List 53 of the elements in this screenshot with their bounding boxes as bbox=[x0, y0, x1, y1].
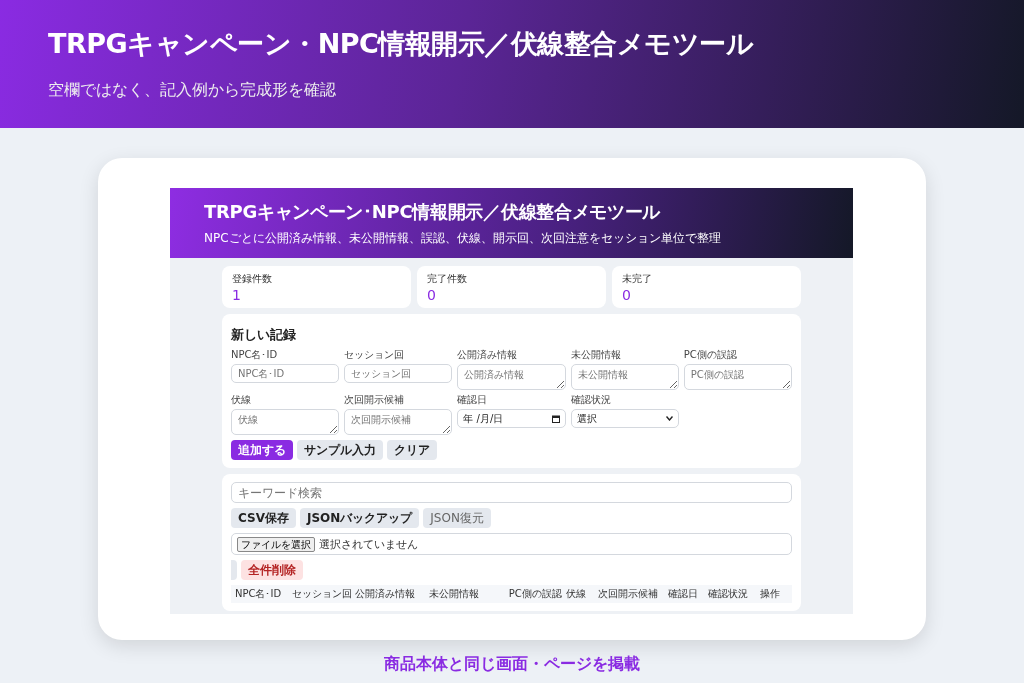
text-area[interactable]: 伏線 bbox=[231, 409, 340, 435]
column-header: 公開済み情報 bbox=[354, 587, 416, 601]
form-button[interactable]: サンプル入力 bbox=[297, 440, 383, 460]
date-field[interactable]: 年 /月/日 bbox=[457, 409, 566, 428]
field-label: 確認日 bbox=[457, 394, 489, 406]
field-label: 未公開情報 bbox=[570, 349, 622, 361]
app-subtitle: NPCごとに公開済み情報、未公開情報、誤認、伏線、開示回、次回注意をセッション単位で整理 bbox=[204, 230, 722, 247]
export-button[interactable]: JSONバックアップ bbox=[299, 508, 420, 528]
caption: 商品本体と同じ画面・ページを掲載 bbox=[384, 654, 640, 675]
chevron-down-icon bbox=[665, 416, 673, 421]
text-field[interactable]: NPC名･ID bbox=[231, 364, 340, 383]
text-field[interactable]: セッション回 bbox=[344, 364, 453, 383]
field-label: 確認状況 bbox=[570, 394, 612, 406]
form-button[interactable]: クリア bbox=[387, 440, 437, 460]
stat-label: 完了件数 bbox=[427, 272, 468, 286]
file-status: 選択されていません bbox=[319, 536, 418, 552]
field-label: 公開済み情報 bbox=[457, 349, 519, 361]
export-button[interactable]: JSON復元 bbox=[423, 508, 491, 528]
stat-label: 未完了 bbox=[622, 272, 653, 286]
page-title: TRPGキャンペーン・NPC情報開示／伏線整合メモツール bbox=[48, 27, 755, 61]
field-label: NPC名･ID bbox=[231, 349, 279, 361]
column-header: 操作 bbox=[759, 587, 781, 601]
file-button[interactable]: ファイルを選択 bbox=[237, 536, 315, 552]
calendar-icon bbox=[551, 414, 560, 423]
column-header: 次回開示候補 bbox=[597, 587, 659, 601]
stat-label: 登録件数 bbox=[232, 272, 273, 286]
field-label: 伏線 bbox=[231, 394, 252, 406]
field-label: 次回開示候補 bbox=[344, 394, 406, 406]
app-title: TRPGキャンペーン･NPC情報開示／伏線整合メモツール bbox=[204, 200, 662, 224]
select-field[interactable]: 選択 bbox=[570, 409, 679, 428]
form-button[interactable]: 追加する bbox=[231, 440, 293, 460]
column-header: 確認状況 bbox=[708, 587, 750, 601]
stat-value: 0 bbox=[427, 288, 437, 302]
page-subtitle: 空欄ではなく、記入例から完成形を確認 bbox=[48, 80, 337, 101]
field-label: セッション回 bbox=[344, 349, 406, 361]
field-label: PC側の誤認 bbox=[683, 349, 738, 361]
form-title: 新しい記録 bbox=[231, 326, 297, 344]
column-header: 未公開情報 bbox=[428, 587, 480, 601]
search-field[interactable]: キーワード検索 bbox=[231, 482, 792, 503]
column-header: 確認日 bbox=[668, 587, 700, 601]
text-area[interactable]: PC側の誤認 bbox=[683, 364, 792, 390]
export-button[interactable]: CSV保存 bbox=[231, 508, 296, 528]
column-header: NPC名･ID bbox=[235, 587, 283, 601]
button-edge bbox=[231, 560, 237, 580]
column-header: PC側の誤認 bbox=[508, 587, 563, 601]
text-area[interactable]: 公開済み情報 bbox=[457, 364, 566, 390]
stat-value: 1 bbox=[232, 288, 242, 302]
column-header: 伏線 bbox=[565, 587, 587, 601]
text-area[interactable]: 未公開情報 bbox=[570, 364, 679, 390]
delete-all-button[interactable]: 全件削除 bbox=[241, 560, 303, 580]
column-header: セッション回 bbox=[292, 587, 353, 601]
stat-value: 0 bbox=[622, 288, 632, 302]
text-area[interactable]: 次回開示候補 bbox=[344, 409, 453, 435]
